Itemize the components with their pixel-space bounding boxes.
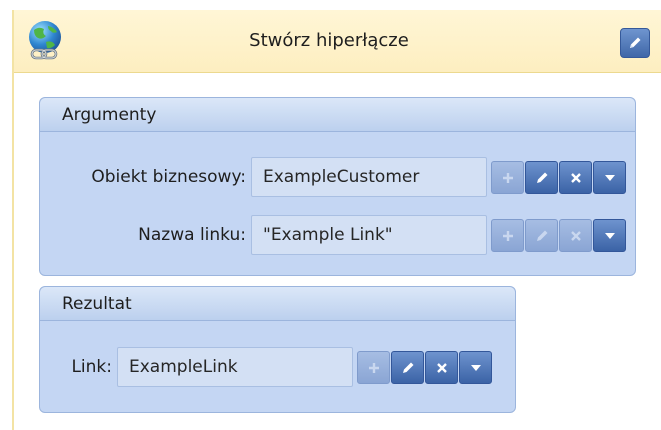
business-object-field[interactable]: ExampleCustomer bbox=[251, 157, 487, 197]
link-result-clear-button[interactable] bbox=[425, 351, 458, 384]
activity-title: Stwórz hiperłącze bbox=[249, 30, 409, 51]
dropdown-arrow-icon bbox=[604, 174, 615, 181]
link-result-field[interactable]: ExampleLink bbox=[117, 347, 353, 387]
pencil-icon bbox=[536, 230, 547, 241]
dropdown-arrow-icon bbox=[604, 232, 615, 239]
dropdown-arrow-icon bbox=[470, 364, 481, 371]
close-icon bbox=[570, 230, 581, 241]
edit-activity-button[interactable] bbox=[620, 28, 650, 58]
close-icon bbox=[436, 362, 447, 373]
business-object-dropdown-button[interactable] bbox=[593, 161, 626, 194]
business-object-label: Obiekt biznesowy: bbox=[91, 167, 246, 187]
link-name-field[interactable]: "Example Link" bbox=[251, 215, 487, 255]
pencil-icon bbox=[630, 37, 641, 48]
pencil-icon bbox=[536, 172, 547, 183]
result-panel: Rezultat Link: ExampleLink bbox=[39, 286, 516, 413]
link-result-dropdown-button[interactable] bbox=[459, 351, 492, 384]
create-hyperlink-activity: Stwórz hiperłącze Argumenty Obiekt bizne… bbox=[12, 10, 661, 430]
link-name-clear-button[interactable] bbox=[559, 219, 592, 252]
plus-icon bbox=[502, 172, 513, 183]
link-result-edit-button[interactable] bbox=[391, 351, 424, 384]
link-name-edit-button[interactable] bbox=[525, 219, 558, 252]
business-object-edit-button[interactable] bbox=[525, 161, 558, 194]
plus-icon bbox=[368, 362, 379, 373]
link-name-label: Nazwa linku: bbox=[138, 225, 246, 245]
link-result-label: Link: bbox=[71, 357, 112, 377]
link-name-add-button[interactable] bbox=[491, 219, 524, 252]
link-result-add-button[interactable] bbox=[357, 351, 390, 384]
result-panel-title: Rezultat bbox=[40, 287, 515, 321]
close-icon bbox=[570, 172, 581, 183]
arguments-panel: Argumenty Obiekt biznesowy: ExampleCusto… bbox=[39, 97, 636, 276]
activity-header: Stwórz hiperłącze bbox=[14, 10, 661, 73]
business-object-clear-button[interactable] bbox=[559, 161, 592, 194]
pencil-icon bbox=[402, 362, 413, 373]
link-name-dropdown-button[interactable] bbox=[593, 219, 626, 252]
plus-icon bbox=[502, 230, 513, 241]
arguments-panel-title: Argumenty bbox=[40, 98, 635, 132]
business-object-add-button[interactable] bbox=[491, 161, 524, 194]
